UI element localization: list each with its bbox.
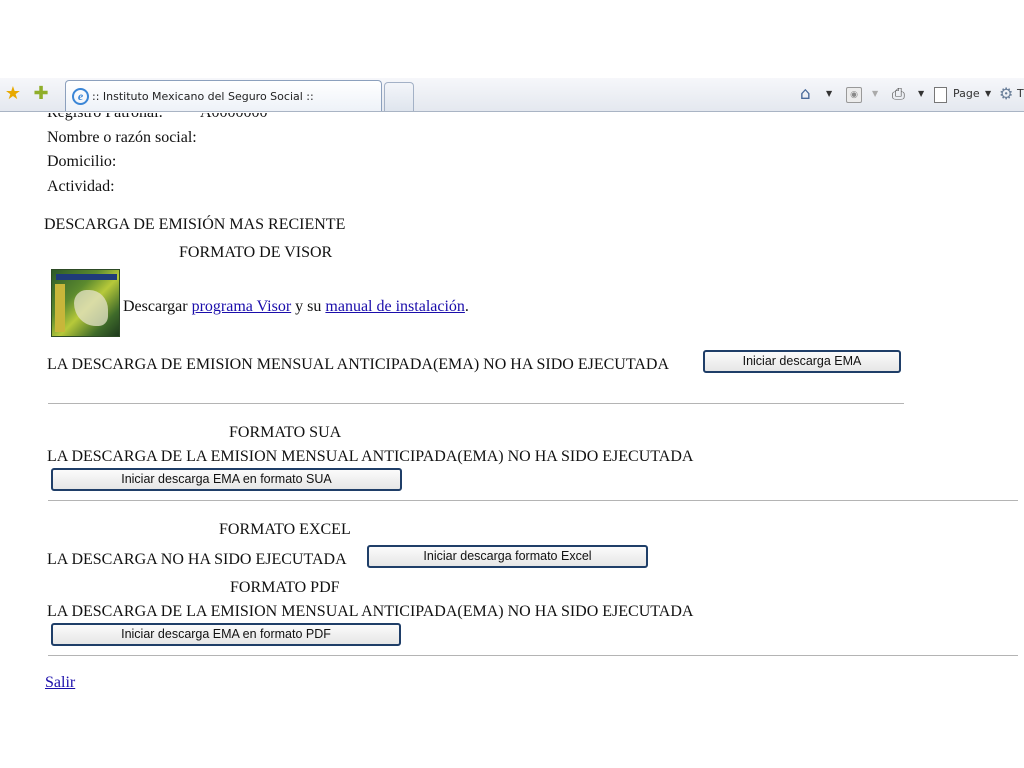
sua-status-text: LA DESCARGA DE LA EMISION MENSUAL ANTICI… — [47, 448, 694, 465]
favorites-star-icon[interactable]: ★ — [3, 84, 23, 104]
tab-title: :: Instituto Mexicano del Seguro Social … — [92, 90, 314, 103]
home-icon[interactable]: ⌂ — [800, 83, 811, 105]
download-middle: y su — [291, 298, 326, 315]
new-tab-button[interactable] — [384, 82, 414, 111]
excel-status-text: LA DESCARGA NO HA SIDO EJECUTADA — [47, 551, 347, 568]
start-sua-download-button[interactable]: Iniciar descarga EMA en formato SUA — [51, 468, 402, 491]
download-prefix: Descargar — [123, 298, 192, 315]
registro-value: A0000000 — [200, 113, 268, 122]
start-pdf-download-button[interactable]: Iniciar descarga EMA en formato PDF — [51, 623, 401, 646]
browser-command-bar: ★ ✚ e :: Instituto Mexicano del Seguro S… — [0, 78, 1024, 112]
divider — [48, 403, 904, 404]
start-ema-download-button[interactable]: Iniciar descarga EMA — [703, 350, 901, 373]
feeds-icon[interactable]: ◉ — [846, 87, 862, 103]
pdf-status-text: LA DESCARGA DE LA EMISION MENSUAL ANTICI… — [47, 603, 694, 620]
pdf-section-title: FORMATO PDF — [230, 579, 340, 596]
tools-gear-icon[interactable]: ⚙ — [999, 83, 1013, 105]
download-visor-line: Descargar programa Visor y su manual de … — [123, 298, 469, 316]
ie-page-icon: e — [72, 88, 89, 105]
visor-section-title: FORMATO DE VISOR — [179, 244, 333, 261]
page-menu[interactable]: Page — [953, 83, 980, 105]
print-icon[interactable]: ⎙ — [892, 83, 905, 105]
add-favorites-icon[interactable]: ✚ — [31, 84, 51, 104]
page-content: Registro Patronal: A0000000 Nombre o raz… — [0, 113, 1024, 700]
excel-section-title: FORMATO EXCEL — [219, 521, 351, 538]
visor-program-link[interactable]: programa Visor — [192, 298, 292, 315]
home-dropdown-icon[interactable]: ▼ — [826, 83, 832, 105]
start-excel-download-button[interactable]: Iniciar descarga formato Excel — [367, 545, 648, 568]
installation-manual-link[interactable]: manual de instalación — [325, 298, 465, 315]
nombre-label: Nombre o razón social: — [47, 129, 197, 146]
tools-menu[interactable]: T — [1017, 83, 1024, 105]
print-dropdown-icon[interactable]: ▼ — [918, 83, 924, 105]
divider — [48, 655, 1018, 656]
browser-tab-active[interactable]: e :: Instituto Mexicano del Seguro Socia… — [65, 80, 382, 111]
domicilio-label: Domicilio: — [47, 153, 117, 170]
page-icon[interactable] — [934, 87, 947, 103]
registro-label: Registro Patronal: — [47, 113, 163, 122]
download-suffix: . — [464, 298, 469, 315]
exit-link[interactable]: Salir — [45, 674, 75, 692]
page-dropdown-icon[interactable]: ▼ — [985, 83, 991, 105]
actividad-label: Actividad: — [47, 178, 115, 195]
sua-section-title: FORMATO SUA — [229, 424, 342, 441]
feeds-dropdown-icon[interactable]: ▼ — [872, 83, 878, 105]
page-heading: DESCARGA DE EMISIÓN MAS RECIENTE — [44, 216, 346, 233]
visor-status-text: LA DESCARGA DE EMISION MENSUAL ANTICIPAD… — [47, 356, 669, 373]
divider — [48, 500, 1018, 501]
visor-program-image — [51, 269, 120, 337]
